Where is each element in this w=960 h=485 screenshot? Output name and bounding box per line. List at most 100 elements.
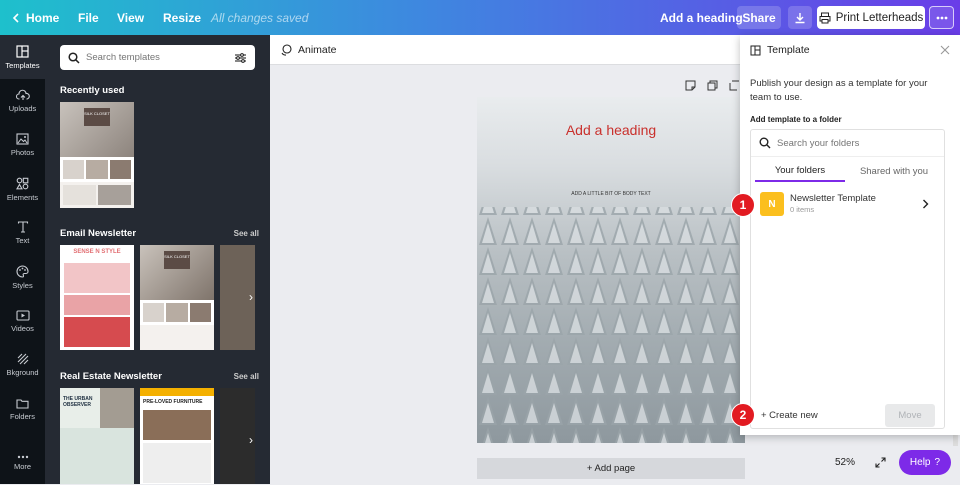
callout-marker-1: 1: [731, 193, 755, 217]
upload-cloud-icon: [15, 89, 30, 100]
real-estate-template-thumbnail[interactable]: THE URBAN OBSERVER: [60, 388, 134, 484]
download-icon: [795, 12, 805, 23]
thumb-title: SENSE N STYLE: [60, 245, 134, 261]
email-template-thumbnail[interactable]: SILK CLOSET: [140, 245, 214, 350]
photo-icon: [16, 133, 29, 145]
template-search-input[interactable]: [86, 52, 228, 63]
rail-item-elements[interactable]: Elements: [0, 167, 45, 211]
add-page-button[interactable]: + Add page: [477, 458, 745, 479]
email-see-all-link[interactable]: See all: [234, 229, 259, 238]
zoom-level[interactable]: 52%: [822, 450, 868, 474]
recently-used-title: Recently used: [60, 85, 125, 96]
design-body-text[interactable]: ADD A LITTLE BIT OF BODY TEXT: [477, 191, 745, 197]
more-horizontal-icon: [936, 16, 947, 19]
thumb-title: SILK CLOSET: [84, 108, 110, 126]
email-template-thumbnail[interactable]: SENSE N STYLE: [60, 245, 134, 350]
animate-button[interactable]: Animate: [298, 44, 337, 56]
background-icon: [17, 353, 28, 365]
tab-your-folders[interactable]: Your folders: [755, 160, 845, 182]
resize-menu[interactable]: Resize: [163, 0, 201, 35]
template-popup: Template Publish your design as a templa…: [740, 35, 960, 435]
duplicate-page-icon[interactable]: [707, 80, 718, 91]
templates-icon: [16, 44, 29, 58]
rail-label: Templates: [5, 60, 40, 70]
side-rail: Templates Uploads Photos Elements Text S…: [0, 35, 45, 484]
home-button[interactable]: Home: [12, 0, 59, 35]
notes-icon[interactable]: [685, 80, 696, 91]
save-status: All changes saved: [211, 10, 309, 25]
close-icon[interactable]: [940, 45, 950, 55]
question-icon: ?: [934, 457, 941, 468]
text-icon: [17, 221, 28, 233]
rail-item-photos[interactable]: Photos: [0, 123, 45, 167]
design-page[interactable]: Add a heading ADD A LITTLE BIT OF BODY T…: [477, 97, 745, 443]
real-estate-template-thumbnail[interactable]: PRE-LOVED FURNITURE: [140, 388, 214, 484]
print-letterheads-button[interactable]: Print Letterheads: [817, 6, 925, 29]
snowy-forest-image: [477, 207, 745, 443]
animate-icon: [281, 43, 292, 56]
home-label: Home: [26, 10, 60, 25]
more-dots-icon: [17, 455, 28, 459]
rail-label: More: [13, 462, 32, 471]
rail-item-text[interactable]: Text: [0, 211, 45, 255]
rail-item-templates[interactable]: Templates: [0, 35, 45, 79]
view-menu[interactable]: View: [117, 0, 144, 35]
expand-icon: [874, 456, 886, 468]
rail-label: Styles: [12, 280, 33, 290]
popup-subtitle: Add template to a folder: [750, 115, 842, 124]
more-options-button[interactable]: [929, 6, 954, 29]
thumb-title: SILK CLOSET: [164, 251, 190, 269]
callout-marker-2: 2: [731, 403, 755, 427]
rail-label: Folders: [9, 411, 35, 421]
folder-badge: N: [760, 192, 784, 216]
design-title[interactable]: Add a heading: [660, 0, 743, 35]
tab-shared-with-you[interactable]: Shared with you: [849, 160, 939, 182]
animate-toolbar: Animate: [270, 35, 740, 65]
fullscreen-button[interactable]: [870, 450, 890, 474]
popup-description: Publish your design as a template for yo…: [750, 78, 928, 103]
video-icon: [15, 309, 30, 321]
filter-sliders-icon[interactable]: [234, 52, 247, 64]
search-icon: [759, 137, 771, 149]
rail-label: Text: [15, 236, 30, 245]
help-label: Help: [909, 457, 931, 468]
rail-item-uploads[interactable]: Uploads: [0, 79, 45, 123]
chevron-right-icon: [923, 199, 929, 209]
top-bar: Home File View Resize All changes saved …: [0, 0, 960, 35]
templates-panel: Recently used SILK CLOSET Email Newslett…: [45, 35, 270, 484]
recent-template-thumbnail[interactable]: SILK CLOSET: [60, 102, 134, 208]
rail-item-folders[interactable]: Folders: [0, 387, 45, 431]
folder-count: 0 items: [790, 205, 815, 214]
create-new-folder-link[interactable]: + Create new: [761, 410, 818, 421]
file-menu[interactable]: File: [78, 0, 99, 35]
print-label: Print Letterheads: [835, 11, 924, 24]
folder-search: [751, 130, 944, 157]
help-button[interactable]: Help ?: [899, 450, 951, 475]
download-button[interactable]: [788, 6, 812, 29]
popup-title: Template: [767, 44, 810, 56]
share-button[interactable]: Share: [737, 6, 781, 29]
shapes-icon: [16, 177, 29, 189]
folder-search-input[interactable]: [777, 137, 936, 149]
real-estate-see-all-link[interactable]: See all: [234, 372, 259, 381]
design-heading[interactable]: Add a heading: [477, 122, 745, 138]
rail-item-background[interactable]: Bkground: [0, 343, 45, 387]
rail-item-styles[interactable]: Styles: [0, 255, 45, 299]
thumb-title: THE URBAN OBSERVER: [60, 388, 100, 428]
rail-item-videos[interactable]: Videos: [0, 299, 45, 343]
rail-label: Videos: [11, 323, 34, 333]
print-icon: [819, 12, 831, 23]
real-estate-scroll-next[interactable]: ›: [244, 430, 258, 450]
folder-icon: [16, 398, 29, 409]
folder-picker: Your folders Shared with you N Newslette…: [750, 129, 945, 429]
rail-label: Bkground: [6, 368, 39, 377]
rail-label: Photos: [10, 148, 35, 157]
real-estate-title: Real Estate Newsletter: [60, 371, 162, 382]
thumb-title: PRE-LOVED FURNITURE: [143, 399, 203, 405]
email-newsletter-title: Email Newsletter: [60, 228, 137, 239]
folder-item-newsletter[interactable]: N Newsletter Template 0 items: [760, 192, 938, 218]
rail-item-more[interactable]: More: [0, 441, 45, 485]
add-page-icon[interactable]: [729, 80, 740, 91]
move-button[interactable]: Move: [885, 404, 935, 427]
email-scroll-next[interactable]: ›: [244, 287, 258, 307]
